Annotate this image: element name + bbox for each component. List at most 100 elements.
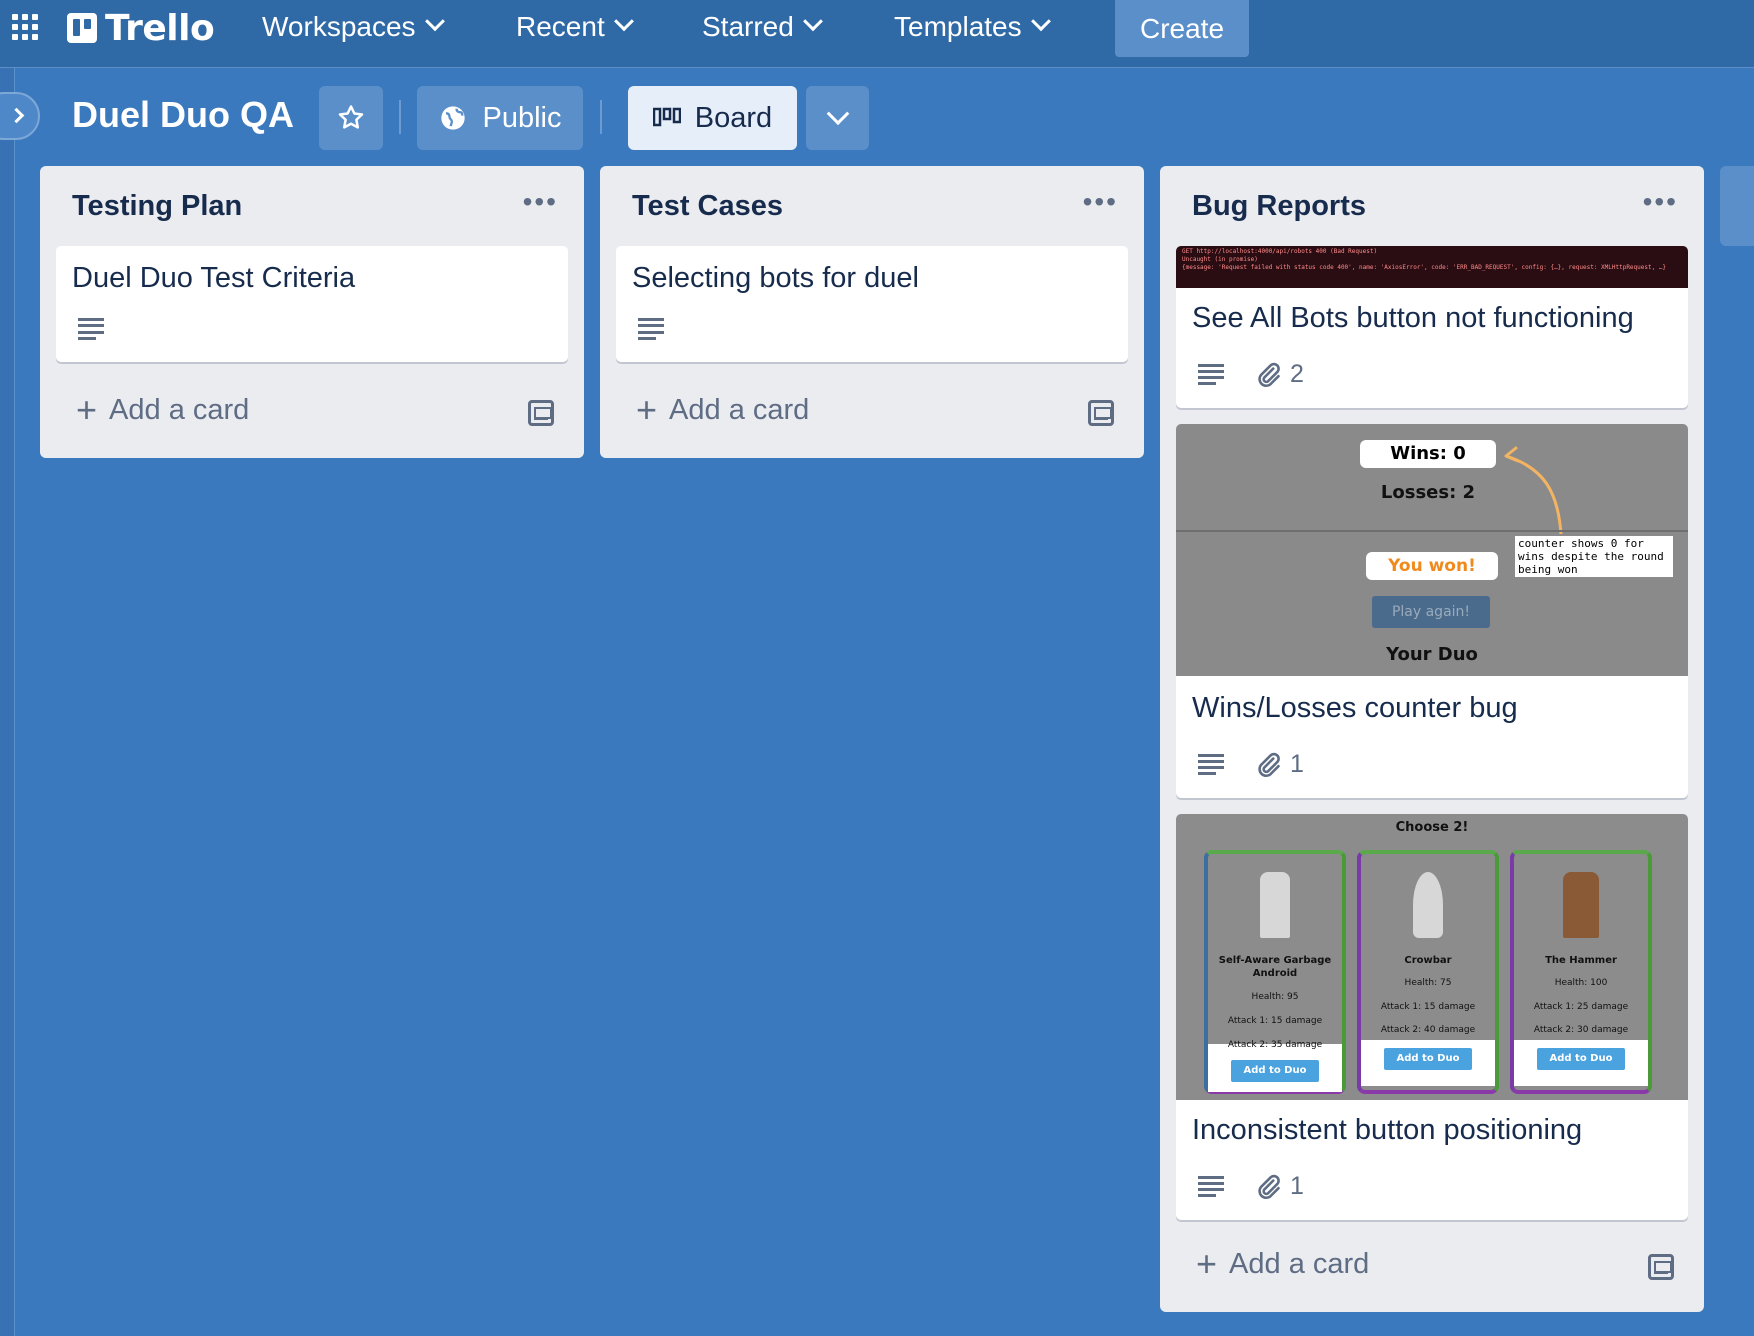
add-card-label: Add a card — [669, 393, 810, 426]
card-badges: 1 — [1198, 1172, 1304, 1201]
chevron-down-icon — [1030, 11, 1051, 32]
card-title: Wins/Losses counter bug — [1192, 692, 1518, 724]
chevron-down-icon — [826, 102, 849, 126]
bot-attack-1: Attack 1: 15 damage — [1227, 1016, 1323, 1026]
card-title: Duel Duo Test Criteria — [72, 262, 356, 294]
card[interactable]: Duel Duo Test Criteria — [56, 246, 568, 362]
card[interactable]: GET http://localhost:4000/api/robots 400… — [1176, 246, 1688, 408]
description-icon — [1198, 753, 1224, 776]
nav-recent[interactable]: Recent — [516, 6, 634, 48]
add-card-label: Add a card — [1229, 1247, 1370, 1280]
card-title: Selecting bots for duel — [632, 262, 919, 294]
description-icon — [1198, 363, 1224, 386]
card-cover-image: Wins: 0 Losses: 2 counter shows 0 for wi… — [1176, 424, 1688, 676]
create-button[interactable]: Create — [1115, 0, 1249, 57]
create-from-template-icon[interactable] — [1088, 400, 1114, 426]
paperclip-icon — [1258, 1174, 1280, 1199]
app-switcher-icon[interactable] — [12, 14, 38, 40]
bot-attack-1: Attack 1: 25 damage — [1533, 1002, 1629, 1012]
cover-losses-label: Losses: 2 — [1380, 482, 1476, 503]
star-icon — [338, 105, 364, 129]
attachment-count: 1 — [1290, 750, 1304, 778]
bot-name: Self-Aware Garbage Android — [1218, 955, 1332, 979]
cover-divider — [1176, 530, 1688, 532]
list-menu-icon[interactable]: ••• — [523, 186, 558, 218]
chevron-right-icon — [8, 107, 25, 124]
robot-icon — [1413, 872, 1443, 938]
add-card-button[interactable]: + Add a card — [76, 392, 249, 428]
add-card-button[interactable]: + Add a card — [636, 392, 809, 428]
card-badges — [78, 318, 134, 340]
add-to-duo-button: Add to Duo — [1384, 1048, 1472, 1070]
card[interactable]: Selecting bots for duel — [616, 246, 1128, 362]
add-card-label: Add a card — [109, 393, 250, 426]
add-card-button[interactable]: + Add a card — [1196, 1246, 1369, 1282]
sidebar-collapsed — [0, 68, 15, 1336]
plus-icon: + — [76, 389, 98, 430]
create-from-template-icon[interactable] — [1648, 1254, 1674, 1280]
visibility-button[interactable]: Public — [417, 86, 583, 150]
card-badges: 1 — [1198, 750, 1304, 779]
attachment-count: 2 — [1290, 360, 1304, 388]
robot-icon — [1563, 872, 1599, 938]
nav-recent-label: Recent — [516, 11, 605, 42]
description-icon — [638, 318, 664, 340]
description-icon — [1198, 1175, 1224, 1198]
add-list-button[interactable] — [1720, 166, 1754, 246]
header-divider — [600, 100, 602, 134]
list-title[interactable]: Testing Plan — [72, 190, 242, 223]
list-testing-plan: Testing Plan ••• Duel Duo Test Criteria … — [40, 166, 584, 458]
bot-attack-2: Attack 2: 30 damage — [1533, 1025, 1629, 1035]
card-cover-image: Choose 2! Self-Aware Garbage Android Hea… — [1176, 814, 1688, 1100]
board-icon — [652, 107, 681, 127]
cover-annotation: counter shows 0 for wins despite the rou… — [1515, 536, 1673, 577]
card[interactable]: Wins: 0 Losses: 2 counter shows 0 for wi… — [1176, 424, 1688, 798]
paperclip-icon — [1258, 362, 1280, 387]
top-navigation-bar: Trello Workspaces Recent Starred Templat… — [0, 0, 1754, 68]
board-title[interactable]: Duel Duo QA — [72, 94, 294, 136]
console-line: GET http://localhost:4000/api/robots 400… — [1182, 248, 1378, 255]
cover-bot-card: Self-Aware Garbage Android Health: 95 At… — [1204, 850, 1346, 1094]
visibility-label: Public — [482, 101, 562, 134]
card[interactable]: Choose 2! Self-Aware Garbage Android Hea… — [1176, 814, 1688, 1220]
annotation-arrow-icon — [1504, 446, 1563, 535]
nav-starred-label: Starred — [702, 11, 794, 42]
list-title[interactable]: Bug Reports — [1192, 190, 1366, 223]
create-from-template-icon[interactable] — [528, 400, 554, 426]
add-to-duo-button: Add to Duo — [1537, 1048, 1625, 1070]
cover-bot-card: The Hammer Health: 100 Attack 1: 25 dama… — [1510, 850, 1652, 1094]
robot-icon — [1260, 872, 1290, 938]
star-board-button[interactable] — [319, 86, 383, 150]
cover-your-duo: Your Duo — [1386, 644, 1478, 665]
list-menu-icon[interactable]: ••• — [1083, 186, 1118, 218]
add-to-duo-button: Add to Duo — [1231, 1060, 1319, 1082]
cover-bot-card: Crowbar Health: 75 Attack 1: 15 damage A… — [1357, 850, 1499, 1094]
card-cover-image: GET http://localhost:4000/api/robots 400… — [1176, 246, 1688, 288]
card-title: Inconsistent button positioning — [1192, 1114, 1583, 1146]
bot-health: Health: 95 — [1251, 992, 1299, 1002]
card-badges — [638, 318, 694, 340]
globe-icon — [440, 106, 465, 130]
chevron-down-icon — [613, 11, 634, 32]
bot-attack-2: Attack 2: 35 damage — [1227, 1040, 1323, 1050]
header-divider — [399, 100, 401, 134]
list-menu-icon[interactable]: ••• — [1643, 186, 1678, 218]
expand-sidebar-button[interactable] — [0, 92, 40, 140]
chevron-down-icon — [802, 11, 823, 32]
cover-play-again: Play again! — [1372, 596, 1490, 628]
view-switcher-button[interactable] — [806, 86, 869, 150]
card-title: See All Bots button not functioning — [1192, 302, 1634, 334]
list-title[interactable]: Test Cases — [632, 190, 783, 223]
nav-templates[interactable]: Templates — [894, 6, 1051, 48]
paperclip-icon — [1258, 752, 1280, 777]
bot-health: Health: 75 — [1404, 978, 1452, 988]
bot-attack-2: Attack 2: 40 damage — [1380, 1025, 1476, 1035]
board-view-button[interactable]: Board — [628, 86, 797, 150]
console-line: Uncaught (in promise) — [1182, 256, 1258, 263]
console-line: {message: 'Request failed with status co… — [1182, 264, 1667, 271]
nav-workspaces[interactable]: Workspaces — [262, 6, 445, 48]
board-view-label: Board — [694, 101, 773, 134]
list-test-cases: Test Cases ••• Selecting bots for duel +… — [600, 166, 1144, 458]
trello-logo[interactable]: Trello — [67, 8, 215, 49]
nav-starred[interactable]: Starred — [702, 6, 823, 48]
